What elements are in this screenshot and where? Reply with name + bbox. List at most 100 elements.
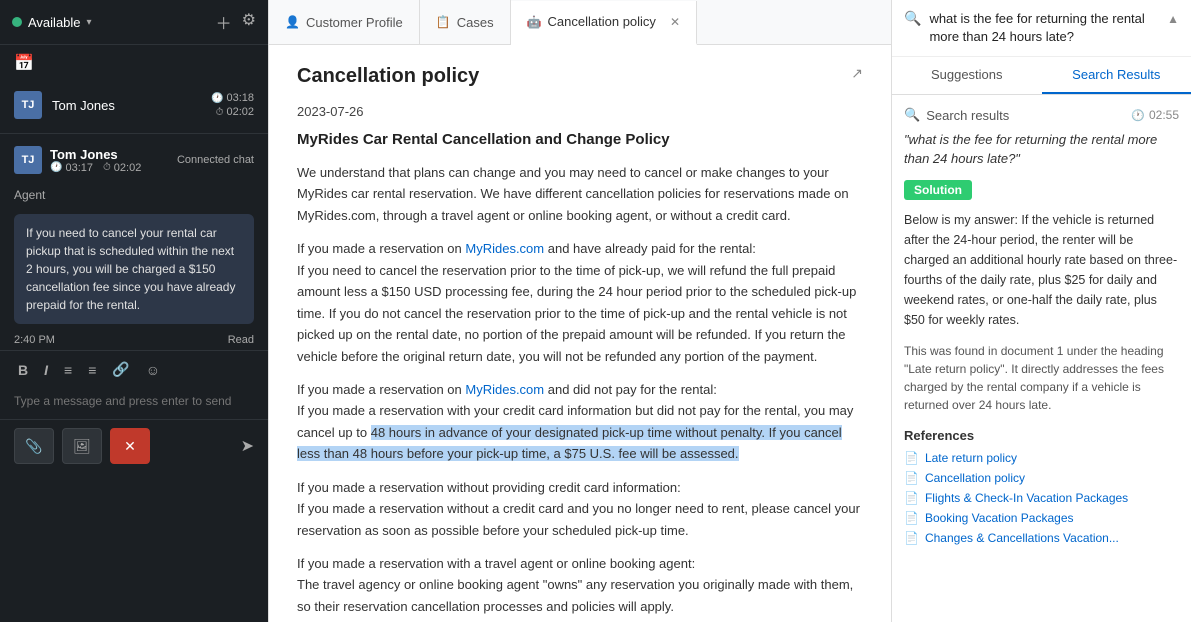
doc-icon-3: 📄 [904,511,919,525]
references-section: References 📄 Late return policy 📄 Cancel… [904,428,1179,545]
attachment-icon: 📎 [25,438,42,455]
message-container: If you need to cancel your rental car pi… [0,208,268,330]
bot-icon: 🤖 [527,15,542,29]
ref-item-4[interactable]: 📄 Changes & Cancellations Vacation... [904,531,1179,545]
chat-input[interactable] [14,394,254,408]
tab-search-results[interactable]: Search Results [1042,57,1191,94]
contact-name: Tom Jones [52,98,201,113]
italic-button[interactable]: I [40,360,52,380]
myrides-link-1[interactable]: MyRides.com [465,241,544,256]
ref-item-2[interactable]: 📄 Flights & Check-In Vacation Packages [904,491,1179,505]
link-button[interactable]: 🔗 [108,359,133,380]
ordered-list-button[interactable]: ≡ [84,360,100,380]
search-icon: 🔍 [904,10,921,27]
tab-suggestions[interactable]: Suggestions [892,57,1042,94]
active-user-info: Tom Jones 🕐 03:17 ⏱ 02:02 [50,147,169,174]
image-icon: 🖼 [73,438,91,455]
availability-status[interactable]: Available ▾ [12,15,92,30]
clock-icon-3: 🕐 [1131,109,1145,122]
connected-badge: Connected chat [177,154,254,166]
ref-item-1[interactable]: 📄 Cancellation policy [904,471,1179,485]
doc-paragraph-0: We understand that plans can change and … [297,162,863,226]
ref-item-3[interactable]: 📄 Booking Vacation Packages [904,511,1179,525]
add-icon[interactable]: ＋ [216,10,232,34]
bold-button[interactable]: B [14,360,32,380]
doc-icon-0: 📄 [904,451,919,465]
active-chat-times: 🕐 03:17 ⏱ 02:02 [50,162,169,174]
tab-customer-profile[interactable]: 👤 Customer Profile [269,0,420,44]
solution-badge: Solution [904,180,972,200]
content-area: Cancellation policy ↗ 2023-07-26 MyRides… [269,45,891,622]
external-link-icon[interactable]: ↗ [851,65,863,82]
gear-icon[interactable]: ⚙ [242,10,256,34]
calendar-icon: 📅 [14,53,34,73]
found-in-text: This was found in document 1 under the h… [904,342,1179,414]
clock-icon: 🕐 [211,93,223,104]
sidebar: Available ▾ ＋ ⚙ 📅 TJ Tom Jones 🕐 03:18 ⏱… [0,0,268,622]
ref-item-0[interactable]: 📄 Late return policy [904,451,1179,465]
right-panel: 🔍 what is the fee for returning the rent… [891,0,1191,622]
doc-paragraph-2: If you made a reservation on MyRides.com… [297,379,863,465]
tab-cancellation-policy[interactable]: 🤖 Cancellation policy ✕ [511,1,697,45]
chat-input-area [0,388,268,419]
tab-cases-label: Cases [457,15,494,30]
end-chat-button[interactable]: ✕ [110,428,150,464]
doc-paragraph-4: If you made a reservation with a travel … [297,553,863,617]
search-result-header: 🔍 Search results 🕐 02:55 [904,107,1179,123]
message-bubble: If you need to cancel your rental car pi… [14,214,254,324]
emoji-button[interactable]: ☺ [142,360,164,380]
doc-title: MyRides Car Rental Cancellation and Chan… [297,131,863,148]
solution-text: Below is my answer: If the vehicle is re… [904,210,1179,330]
availability-dot [12,17,22,27]
active-avatar-initials: TJ [22,154,35,166]
active-time2: ⏱ 02:02 [103,162,141,174]
chat-bottom-icons: 📎 🖼 ✕ ➤ [0,419,268,472]
profile-icon: 👤 [285,15,300,29]
active-time1: 🕐 03:17 [50,162,93,174]
clock2-icon: 🕐 [50,162,62,173]
tabs-bar: 👤 Customer Profile 📋 Cases 🤖 Cancellatio… [269,0,891,45]
timer2-icon: ⏱ [103,162,111,173]
search-header: 🔍 what is the fee for returning the rent… [892,0,1191,57]
attachment-button[interactable]: 📎 [14,428,54,464]
contact-times: 🕐 03:18 ⏱ 02:02 [211,92,254,118]
content-header: Cancellation policy ↗ [297,65,863,88]
page-title: Cancellation policy [297,65,479,88]
collapse-icon[interactable]: ▲ [1167,12,1179,26]
search-query-box[interactable]: what is the fee for returning the rental… [929,10,1159,46]
panel-body: 🔍 Search results 🕐 02:55 "what is the fe… [892,95,1191,622]
timer-icon: ⏱ [216,107,224,118]
search-result-label: 🔍 Search results [904,107,1009,123]
send-button[interactable]: ➤ [241,436,254,456]
avatar-initials: TJ [22,99,35,111]
doc-date: 2023-07-26 [297,104,863,119]
contact-item[interactable]: TJ Tom Jones 🕐 03:18 ⏱ 02:02 [0,81,268,129]
contact-time2: ⏱ 02:02 [211,106,254,118]
chat-toolbar: B I ≡ ≡ 🔗 ☺ [0,350,268,388]
image-button[interactable]: 🖼 [62,428,102,464]
chevron-down-icon: ▾ [87,17,92,28]
doc-icon-1: 📄 [904,471,919,485]
end-icon: ✕ [124,438,136,455]
main-content: 👤 Customer Profile 📋 Cases 🤖 Cancellatio… [268,0,891,622]
tab-customer-profile-label: Customer Profile [306,15,403,30]
sidebar-header: Available ▾ ＋ ⚙ [0,0,268,45]
search-icon-2: 🔍 [904,107,920,123]
panel-tabs: Suggestions Search Results [892,57,1191,95]
unordered-list-button[interactable]: ≡ [60,360,76,380]
agent-label: Agent [0,182,268,208]
close-tab-icon[interactable]: ✕ [670,15,680,29]
tab-cancellation-label: Cancellation policy [548,14,656,29]
active-chat-header: TJ Tom Jones 🕐 03:17 ⏱ 02:02 Connected c… [0,138,268,182]
cases-icon: 📋 [436,15,451,29]
search-query-display: "what is the fee for returning the renta… [904,131,1179,167]
tab-cases[interactable]: 📋 Cases [420,0,511,44]
myrides-link-2[interactable]: MyRides.com [465,382,544,397]
doc-paragraph-1: If you made a reservation on MyRides.com… [297,238,863,367]
divider [0,133,268,134]
sidebar-action-icons: ＋ ⚙ [216,10,256,34]
read-status: Read [228,334,254,346]
active-user-name: Tom Jones [50,147,169,162]
search-result-time: 🕐 02:55 [1131,108,1179,122]
doc-icon-4: 📄 [904,531,919,545]
